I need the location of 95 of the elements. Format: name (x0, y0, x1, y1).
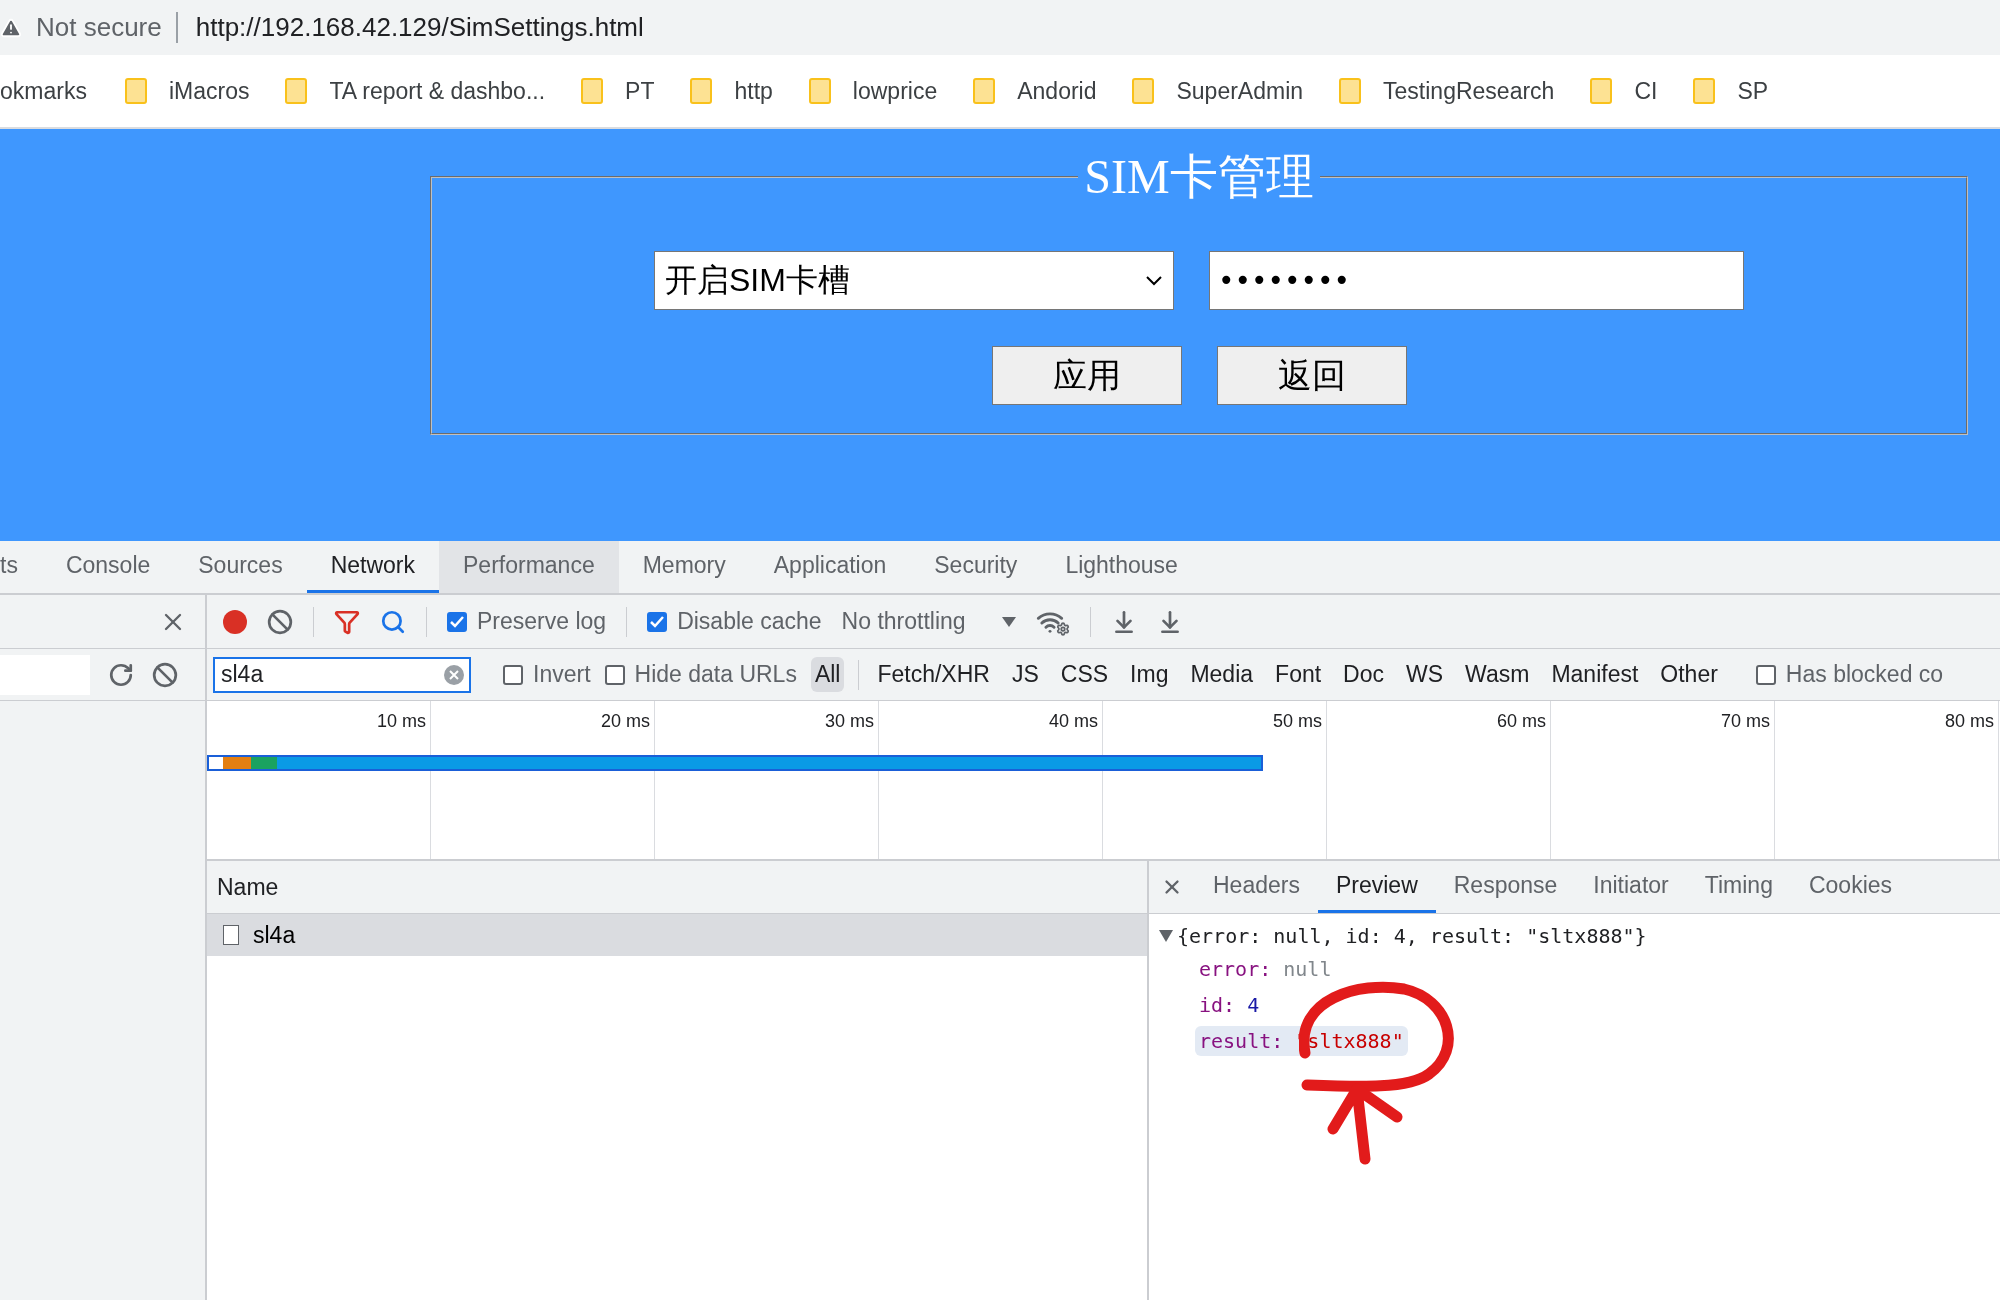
warning-icon (0, 16, 22, 39)
property-key: result: (1199, 1029, 1284, 1053)
checkbox-label[interactable]: Has blocked co (1755, 661, 1944, 688)
bookmark-item[interactable]: lowprice (808, 77, 938, 105)
timeline-tick-label: 10 ms (376, 711, 426, 732)
timeline-tick-label: 50 ms (1272, 711, 1322, 732)
devtools-tab[interactable]: Console (41, 541, 175, 593)
block-button[interactable] (152, 661, 178, 688)
type-filter-button[interactable]: JS (1007, 657, 1043, 692)
type-filter-button[interactable]: Img (1126, 657, 1173, 692)
bookmark-item[interactable]: Andorid (973, 77, 1097, 105)
type-filter-button[interactable]: Wasm (1461, 657, 1534, 692)
type-filter-button[interactable]: WS (1402, 657, 1448, 692)
folder-icon (1693, 78, 1716, 104)
checkbox-label[interactable]: Hide data URLs (604, 661, 797, 688)
detail-tab[interactable]: Cookies (1790, 861, 1911, 913)
devtools-tab[interactable]: ts (0, 541, 42, 593)
clear-button[interactable] (267, 608, 293, 635)
checkbox-label[interactable]: Invert (503, 661, 591, 688)
property-key: error: (1199, 957, 1272, 981)
record-button[interactable] (223, 609, 247, 634)
security-label[interactable]: Not secure (36, 12, 162, 43)
timeline-tick-label: 80 ms (1944, 711, 1994, 732)
detail-tab[interactable]: Preview (1317, 861, 1436, 913)
folder-icon (581, 78, 604, 104)
filter-button[interactable] (334, 608, 360, 635)
password-field[interactable]: •••••••• (1209, 251, 1744, 310)
devtools-tab[interactable]: Application (749, 541, 911, 593)
bookmark-item[interactable]: TA report & dashbo... (285, 77, 546, 105)
checkbox[interactable] (647, 611, 668, 632)
folder-icon (973, 78, 996, 104)
timeline-tick-label: 60 ms (1496, 711, 1546, 732)
bookmark-item[interactable]: iMacros (124, 77, 250, 105)
reload-button[interactable] (108, 661, 134, 688)
type-filter-button[interactable]: Doc (1339, 657, 1388, 692)
fieldset-legend: SIM卡管理 (1078, 145, 1320, 209)
checkbox[interactable] (503, 664, 523, 685)
checkbox[interactable] (604, 664, 625, 685)
bookmark-item[interactable]: PT (581, 77, 655, 105)
file-icon (223, 925, 239, 945)
folder-icon (690, 78, 713, 104)
timeline-tick-label: 40 ms (1048, 711, 1098, 732)
bookmark-item[interactable]: http (690, 77, 773, 105)
type-filter-button[interactable]: Media (1186, 657, 1258, 692)
detail-tab[interactable]: Timing (1686, 861, 1791, 913)
filter-input-field[interactable]: sl4a (213, 656, 471, 693)
detail-tab[interactable]: Response (1435, 861, 1576, 913)
chevron-down-icon (1145, 274, 1163, 287)
devtools-tab[interactable]: Memory (618, 541, 750, 593)
type-filter-button[interactable]: Manifest (1547, 657, 1643, 692)
checkbox[interactable] (1755, 664, 1776, 685)
checkbox-label[interactable]: Disable cache (647, 608, 822, 635)
bookmark-item[interactable]: CI (1590, 77, 1658, 105)
devtools-tab[interactable]: Sources (174, 541, 307, 593)
json-summary: {error: null, id: 4, result: "sltx888"} (1177, 924, 1647, 948)
type-filter-button[interactable]: CSS (1056, 657, 1113, 692)
folder-icon (124, 78, 147, 104)
bookmark-item[interactable]: TestingResearch (1339, 77, 1555, 105)
request-row[interactable]: sl4a (207, 914, 1147, 956)
clear-icon[interactable] (443, 663, 465, 686)
bookmark-item[interactable]: SP (1693, 77, 1769, 105)
expand-triangle-icon[interactable] (1159, 930, 1173, 942)
property-value: null (1283, 957, 1332, 981)
devtools-tab[interactable]: Performance (439, 541, 619, 593)
detail-tab[interactable]: Headers (1195, 861, 1318, 913)
bookmark-item[interactable]: okmarks (0, 77, 87, 105)
type-filter-button[interactable]: Fetch/XHR (873, 657, 994, 692)
devtools-tab[interactable]: Security (910, 541, 1042, 593)
timeline-tick-label: 30 ms (824, 711, 874, 732)
timeline-tick-label: 70 ms (1720, 711, 1770, 732)
folder-icon (1132, 78, 1155, 104)
throttling-dropdown[interactable]: No throttling (841, 608, 1016, 635)
detail-tab[interactable]: Initiator (1575, 861, 1687, 913)
property-value: 4 (1247, 993, 1260, 1017)
property-key: id: (1199, 993, 1236, 1017)
timeline-tick-label: 20 ms (600, 711, 650, 732)
type-filter-button[interactable]: Font (1271, 657, 1326, 692)
folder-icon (808, 78, 831, 104)
folder-icon (1339, 78, 1362, 104)
type-filter-button[interactable]: All (810, 657, 845, 692)
url-text[interactable]: http://192.168.42.129/SimSettings.html (175, 12, 644, 43)
form-button[interactable]: 返回 (1216, 346, 1407, 405)
folder-icon (1590, 78, 1613, 104)
name-column-header[interactable]: Name (207, 861, 1147, 914)
bookmark-item[interactable]: SuperAdmin (1132, 77, 1304, 105)
request-name: sl4a (253, 921, 296, 949)
checkbox[interactable] (447, 611, 467, 632)
checkbox-label[interactable]: Preserve log (447, 608, 607, 635)
dropdown-triangle-icon (1001, 616, 1016, 627)
devtools-tab[interactable]: Lighthouse (1041, 541, 1202, 593)
type-filter-button[interactable]: Other (1656, 657, 1722, 692)
search-button[interactable] (380, 608, 406, 635)
form-button[interactable]: 应用 (991, 346, 1182, 405)
sim-slot-select[interactable]: 开启SIM卡槽 (654, 251, 1174, 310)
folder-icon (285, 78, 308, 104)
